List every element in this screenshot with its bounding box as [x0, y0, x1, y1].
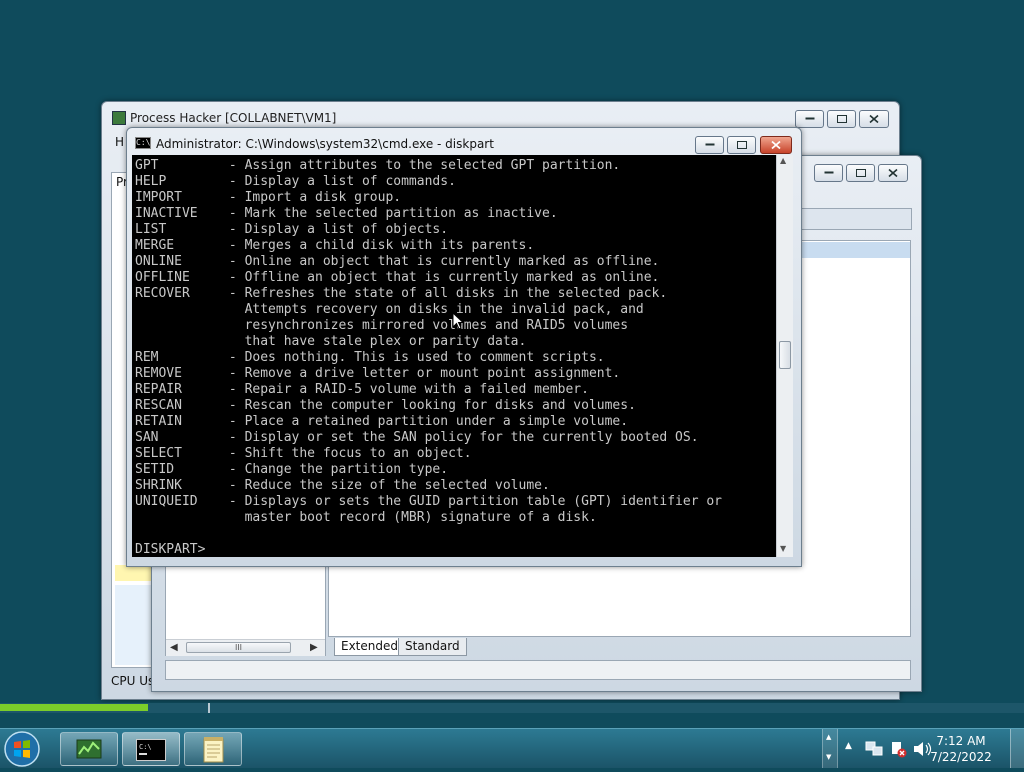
tray-scroll-up-icon[interactable]: ▲: [826, 733, 831, 741]
cmd-app-icon: C:\: [135, 137, 151, 149]
cmd-window-title: Administrator: C:\Windows\system32\cmd.e…: [156, 137, 494, 151]
process-hacker-menu-fragment[interactable]: H: [115, 135, 124, 149]
process-hacker-app-icon: [112, 111, 126, 125]
process-hacker-icon: [76, 739, 102, 759]
command-prompt-icon: C:\: [136, 739, 166, 761]
properties-close-button[interactable]: [878, 164, 908, 182]
process-list-area: [115, 585, 155, 665]
show-desktop-button[interactable]: [1010, 729, 1024, 768]
process-hacker-close-button[interactable]: [859, 110, 889, 128]
left-pane-scroll-right-icon[interactable]: ▶: [310, 642, 318, 653]
tab-standard[interactable]: Standard: [398, 638, 467, 656]
taskbar: C:\ ▲ ▼ ▲ 7:12 AM 7/22/2022: [0, 728, 1024, 768]
action-center-icon[interactable]: [889, 740, 907, 758]
taskbar-process-hacker-button[interactable]: [60, 732, 118, 766]
scroll-up-icon[interactable]: ▲: [780, 156, 786, 165]
notepad-icon: [203, 737, 224, 763]
tray-scroll-down-icon[interactable]: ▼: [826, 753, 831, 761]
left-pane-scroll-left-icon[interactable]: ◀: [170, 642, 178, 653]
cmd-console-output: GPT - Assign attributes to the selected …: [135, 158, 722, 557]
process-hacker-title: Process Hacker [COLLABNET\VM1]: [130, 111, 337, 125]
clock[interactable]: 7:12 AM 7/22/2022: [926, 733, 996, 765]
process-list-highlight: [115, 565, 155, 581]
cmd-minimize-button[interactable]: [695, 136, 724, 154]
properties-maximize-button[interactable]: [846, 164, 875, 182]
scroll-down-icon[interactable]: ▼: [780, 544, 786, 553]
taskbar-notepad-button[interactable]: [184, 732, 242, 766]
tray-scroll[interactable]: ▲ ▼: [822, 729, 838, 768]
tab-extended[interactable]: Extended: [334, 638, 405, 656]
clock-date: 7/22/2022: [930, 750, 992, 764]
properties-minimize-button[interactable]: [814, 164, 843, 182]
progress-strip: [0, 703, 1024, 713]
mouse-cursor-icon: [452, 312, 464, 330]
taskbar-cmd-button[interactable]: C:\: [122, 732, 180, 766]
cmd-maximize-button[interactable]: [727, 136, 756, 154]
show-hidden-icons-icon[interactable]: ▲: [845, 741, 852, 751]
view-tabstrip: Extended Standard: [328, 638, 911, 656]
left-pane-scroll-thumb-grip: III: [234, 643, 243, 652]
network-icon[interactable]: [864, 740, 884, 758]
clock-time: 7:12 AM: [936, 734, 986, 748]
progress-fill: [0, 704, 148, 711]
svg-text:C:\: C:\: [139, 743, 152, 751]
process-hacker-maximize-button[interactable]: [827, 110, 856, 128]
progress-divider: [208, 703, 210, 713]
cmd-scroll-thumb[interactable]: [779, 341, 791, 369]
start-button[interactable]: [3, 730, 47, 768]
cmd-vertical-scrollbar[interactable]: ▲ ▼: [776, 155, 793, 557]
cmd-close-button[interactable]: [760, 136, 792, 154]
left-pane-hscroll[interactable]: ◀ III ▶: [166, 639, 325, 656]
cmd-console[interactable]: GPT - Assign attributes to the selected …: [132, 155, 777, 557]
properties-status-bar: [165, 660, 911, 680]
left-pane-scroll-thumb[interactable]: III: [186, 642, 291, 653]
windows-logo-icon: [4, 731, 40, 767]
process-hacker-minimize-button[interactable]: [795, 110, 824, 128]
